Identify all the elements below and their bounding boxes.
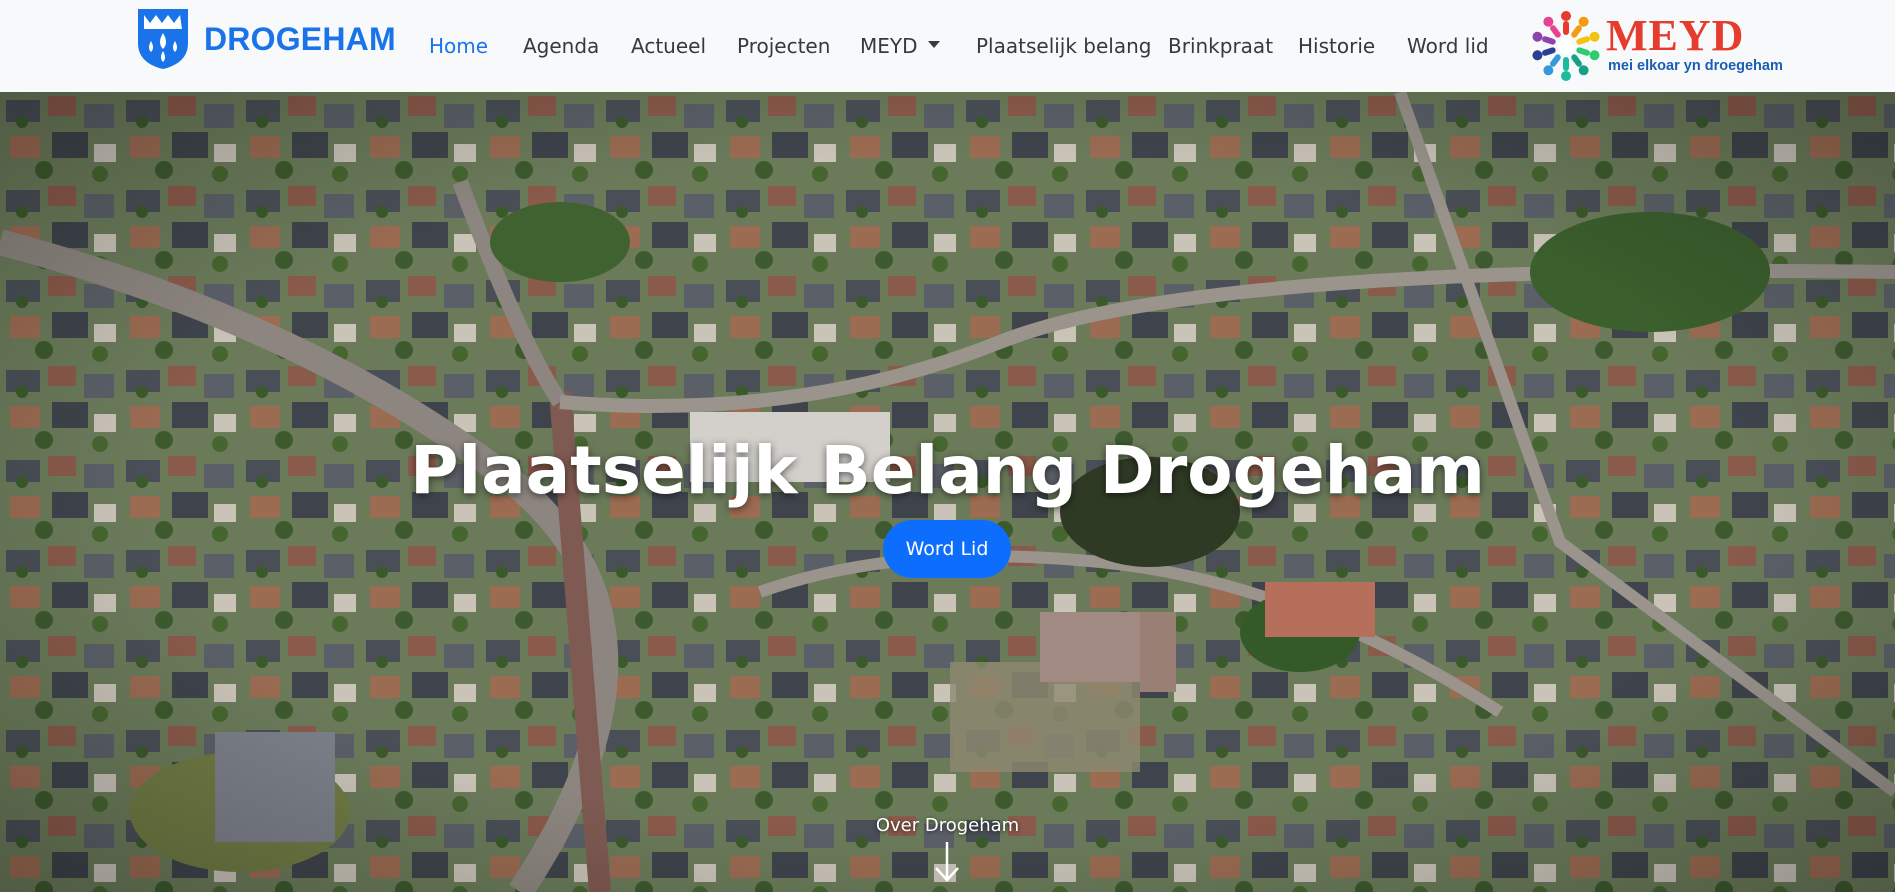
- nav-item-word-lid[interactable]: Word lid: [1407, 34, 1489, 58]
- drogeham-crest-icon: [138, 9, 188, 69]
- nav-item-historie[interactable]: Historie: [1298, 34, 1375, 58]
- nav-item-projecten[interactable]: Projecten: [737, 34, 830, 58]
- meyd-people-wheel-icon: [1532, 11, 1600, 81]
- top-navbar: DROGEHAM Home Agenda Actueel Projecten M…: [0, 0, 1895, 92]
- meyd-logo-title: MEYD: [1606, 11, 1745, 60]
- over-drogeham-link[interactable]: Over Drogeham: [0, 815, 1895, 836]
- brand-name: DROGEHAM: [204, 20, 396, 57]
- nav-item-actueel[interactable]: Actueel: [631, 34, 706, 58]
- nav-item-plaatselijk-belang[interactable]: Plaatselijk belang: [976, 34, 1152, 58]
- nav-item-brinkpraat[interactable]: Brinkpraat: [1168, 34, 1273, 58]
- nav-item-meyd-dropdown[interactable]: MEYD: [860, 34, 940, 58]
- nav-item-home[interactable]: Home: [429, 34, 488, 58]
- nav-item-agenda[interactable]: Agenda: [523, 34, 599, 58]
- meyd-logo-subtitle: mei elkoar yn droegeham: [1608, 58, 1783, 74]
- nav-item-meyd-label: MEYD: [860, 34, 918, 58]
- hero-section: Plaatselijk Belang Drogeham Word Lid Ove…: [0, 92, 1895, 892]
- meyd-logo-link[interactable]: MEYD mei elkoar yn droegeham: [1528, 8, 1783, 84]
- hero-title: Plaatselijk Belang Drogeham: [410, 432, 1485, 509]
- caret-down-icon: [927, 41, 940, 48]
- word-lid-button[interactable]: Word Lid: [883, 520, 1011, 578]
- arrow-down-icon[interactable]: [932, 840, 962, 884]
- brand-home-link[interactable]: DROGEHAM: [136, 6, 396, 72]
